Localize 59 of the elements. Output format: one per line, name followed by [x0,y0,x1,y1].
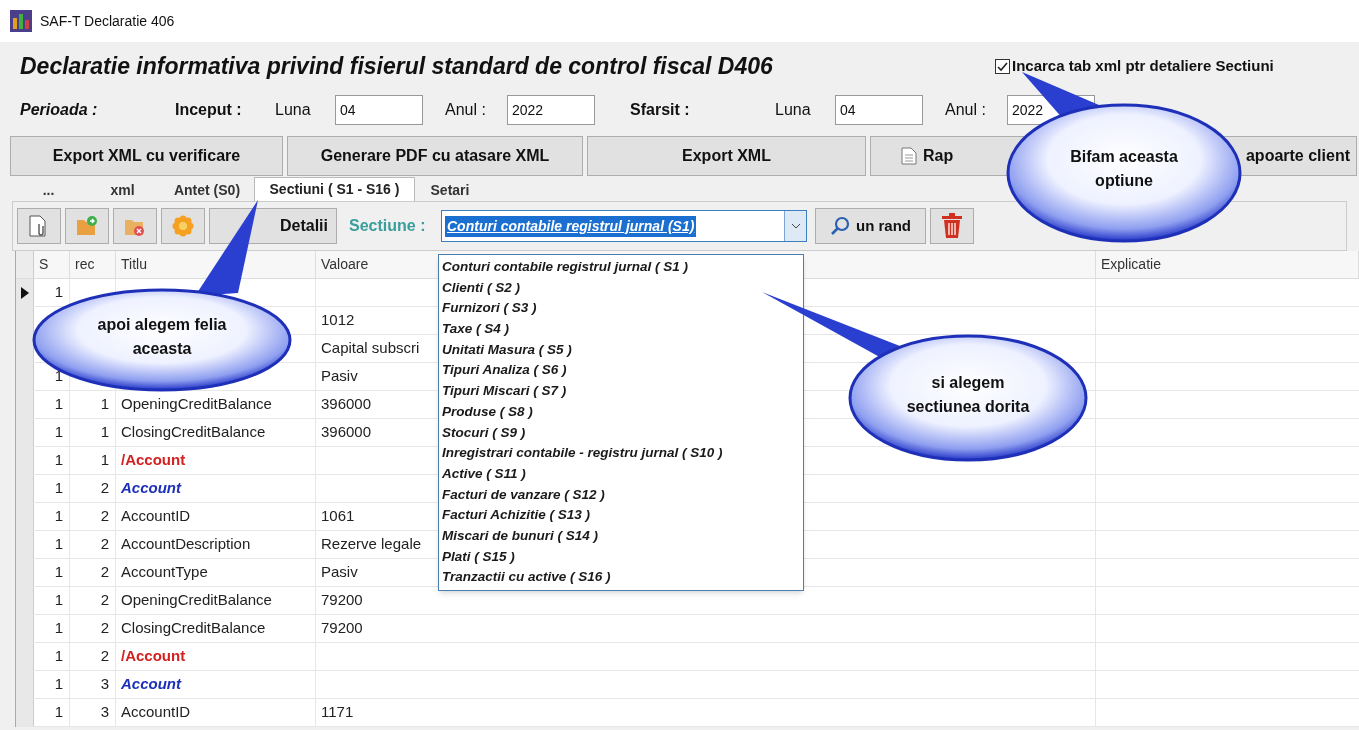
window-title: SAF-T Declaratie 406 [40,11,175,31]
form-heading: Declaratie informativa privind fisierul standard de control fiscal D406 [20,51,774,81]
table-cell-text: 2 [100,478,109,499]
year-label: Anul : [945,100,987,120]
month-label: Luna [275,100,312,120]
table-cell-text: AccountID [121,506,191,527]
table-cell-text: 3 [100,674,109,695]
table-cell-text: 1 [54,674,63,695]
table-cell-text: Capital subscri [321,338,420,359]
section-label: Sectiune : [349,216,427,236]
table-cell-text: ClosingCreditBalance [121,618,266,639]
table-cell-text: 1 [54,422,63,443]
table-cell-text: 1 [54,702,63,723]
table-cell-text: 1 [54,394,63,415]
table-cell-text: 1 [54,282,63,303]
table-cell-text: 1 [54,366,63,387]
period-label: Perioada : [20,100,99,120]
table-cell-text: 396000 [321,422,372,443]
table-cell-text: ClosingCreditBalance [121,422,266,443]
table-cell-text: 1 [54,478,63,499]
year-label: Anul : [445,100,487,120]
table-cell-text: 2 [100,646,109,667]
table-cell-text: 3 [100,702,109,723]
table-cell-text: 1 [100,422,109,443]
table-cell-text: Pasiv [321,562,358,583]
table-cell-text: 1 [100,450,109,471]
table-cell-text: 1171 [321,702,354,723]
table-cell-text: 79200 [321,618,363,639]
table-cell-text: 396000 [321,394,372,415]
table-cell-text: 1 [54,562,63,583]
table-cell-text: AccountDescription [121,534,251,555]
table-cell-text: 1 [54,618,63,639]
table-cell-text: AccountID [121,702,191,723]
period-start-label: Sfarsit : [630,100,691,120]
table-cell-text: OpeningCreditBalance [121,590,272,611]
table-cell-text: 1 [54,506,63,527]
table-cell-text: /Account [121,646,186,667]
table-cell-text: /Account [121,450,186,471]
table-cell-text: 1 [54,590,63,611]
table-cell-text: 2 [100,506,109,527]
table-cell-text: Pasiv [321,366,358,387]
table-cell-text: 1 [54,450,63,471]
table-cell-text: 1012 [321,310,355,331]
table-cell-text: 1 [54,646,63,667]
period-start-label: Inceput : [175,100,243,120]
table-cell-text: Rezerve legale [321,534,422,555]
table-cell-text: 1 [100,394,109,415]
table-cell-text: 79200 [321,590,363,611]
table-cell-text: 1061 [321,506,355,527]
table-cell-text: AccountType [121,562,208,583]
table-cell-text: 2 [100,590,109,611]
table-cell-text: Account [121,674,181,695]
month-label: Luna [775,100,812,120]
table-cell-text: 2 [100,562,109,583]
table-cell-text: 2 [100,534,109,555]
table-cell-text: 2 [100,618,109,639]
table-cell-text: Account [121,478,181,499]
table-cell-text: 1 [54,534,63,555]
table-cell-text: OpeningCreditBalance [121,394,272,415]
